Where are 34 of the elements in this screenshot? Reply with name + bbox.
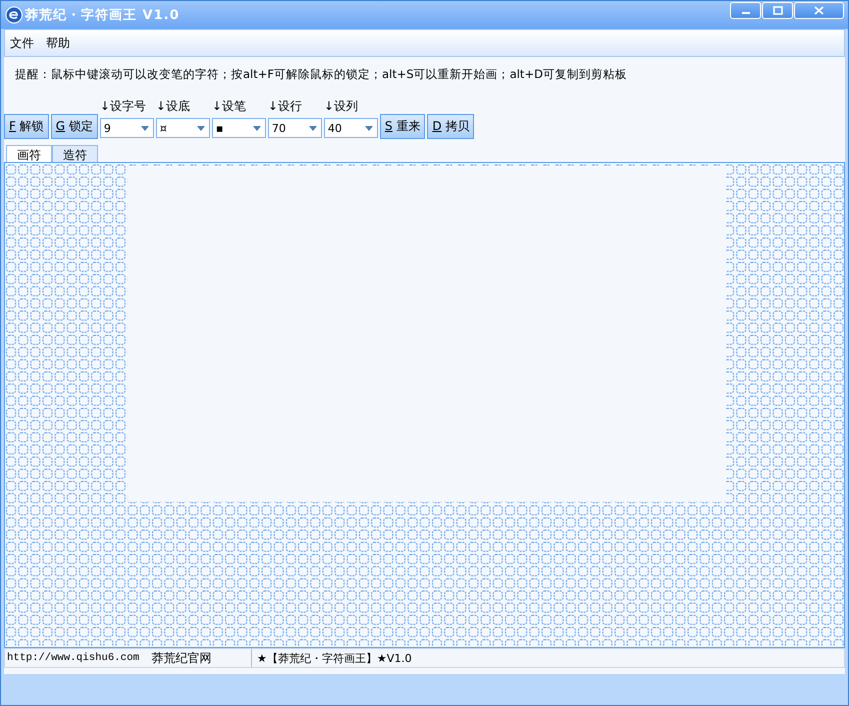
field-label: ↓设列 [324, 98, 359, 115]
dropdown-field[interactable]: ▪ [212, 118, 266, 138]
caret-icon [364, 126, 373, 130]
toolbar-button[interactable]: G 锁定 [50, 114, 98, 139]
tab[interactable]: 造符 [52, 145, 98, 162]
dropdown-field[interactable]: 9 [100, 118, 154, 138]
toolbar-button[interactable]: S 重来 [380, 114, 426, 139]
hint-text: 提醒：鼠标中键滚动可以改变笔的字符；按alt+F可解除鼠标的锁定；alt+S可以重新开始画；alt+D可复制到剪粘板 [14, 66, 628, 83]
toolbar-button[interactable]: F 解锁 [4, 114, 49, 139]
website-url: http://www.qishu6.com [7, 652, 140, 664]
site-name: 莽荒纪官网 [151, 650, 212, 666]
app-logo-icon [5, 6, 23, 24]
field-label: ↓设笔 [212, 98, 247, 115]
close-button[interactable] [794, 2, 844, 19]
window-title: 莽荒纪・字符画王 V1.0 [25, 6, 180, 24]
dropdown-field[interactable]: 70 [268, 118, 322, 138]
field-label: ↓设字号 [100, 98, 147, 115]
caret-icon [140, 126, 149, 130]
caret-icon [252, 126, 261, 130]
dropdown-field[interactable]: 40 [324, 118, 378, 138]
field-label: ↓设底 [156, 98, 191, 115]
close-icon [814, 6, 824, 15]
minimize-button[interactable] [730, 2, 761, 19]
dropdown-field[interactable]: ¤ [156, 118, 210, 138]
caret-icon [308, 126, 317, 130]
maximize-icon [772, 6, 782, 15]
field-label: ↓设行 [268, 98, 303, 115]
menu-item[interactable]: 文件 [10, 34, 34, 52]
caret-icon [196, 126, 205, 130]
menu-item[interactable]: 帮助 [46, 34, 70, 52]
version-text: ★【莽荒纪・字符画王】★V1.0 [256, 650, 412, 666]
tab[interactable]: 画符 [6, 145, 52, 162]
toolbar-button[interactable]: D 拷贝 [427, 114, 474, 139]
maximize-button[interactable] [762, 2, 793, 19]
